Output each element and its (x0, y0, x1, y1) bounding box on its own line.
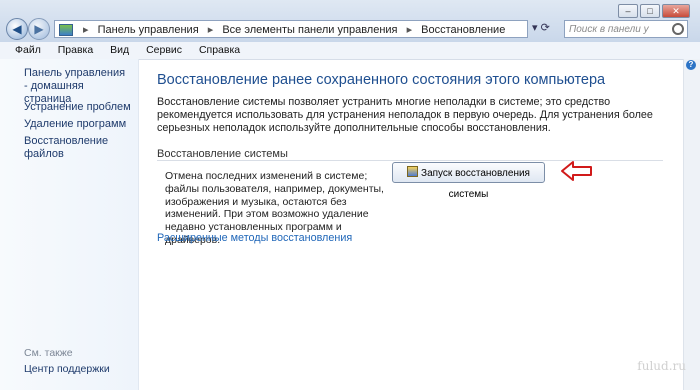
menu-edit[interactable]: Правка (58, 44, 93, 56)
system-restore-group-title: Восстановление системы (157, 148, 288, 160)
menu-view[interactable]: Вид (110, 44, 129, 56)
address-bar[interactable]: ▸ Панель управления ▸ Все элементы панел… (54, 20, 528, 38)
breadcrumb-recovery[interactable]: Восстановление (421, 24, 505, 36)
search-icon (672, 23, 684, 35)
start-system-restore-label: Запуск восстановления системы (421, 168, 530, 200)
breadcrumb-all-items[interactable]: Все элементы панели управления (222, 24, 397, 36)
sidebar-item-troubleshooting[interactable]: Устранение проблем (24, 101, 131, 114)
sidebar-item-file-recovery[interactable]: Восстановление файлов (24, 135, 138, 161)
sidebar-item-uninstall[interactable]: Удаление программ (24, 118, 126, 131)
advanced-recovery-link[interactable]: Расширенные методы восстановления (157, 232, 352, 244)
window-titlebar: – □ ✕ ◀ ▶ ▸ Панель управления ▸ Все элем… (0, 0, 700, 43)
red-arrow-icon (561, 161, 592, 181)
menu-tools[interactable]: Сервис (146, 44, 182, 56)
page-title: Восстановление ранее сохраненного состоя… (157, 72, 606, 88)
search-placeholder: Поиск в панели у (569, 24, 649, 35)
back-button[interactable]: ◀ (6, 18, 28, 40)
search-input[interactable]: Поиск в панели у (564, 20, 688, 38)
watermark: fulud.ru (637, 359, 686, 373)
help-icon[interactable]: ? (686, 60, 696, 70)
minimize-button[interactable]: – (618, 4, 638, 18)
shield-icon (407, 166, 419, 177)
breadcrumb-control-panel[interactable]: Панель управления (98, 24, 199, 36)
breadcrumb-sep: ▸ (207, 24, 214, 36)
menu-bar: Файл Правка Вид Сервис Справка (0, 42, 700, 60)
vertical-scrollbar[interactable] (683, 59, 700, 390)
maximize-button[interactable]: □ (640, 4, 660, 18)
menu-help[interactable]: Справка (199, 44, 240, 56)
menu-file[interactable]: Файл (15, 44, 41, 56)
see-also-heading: См. также (24, 347, 73, 359)
breadcrumb-sep: ▸ (83, 24, 89, 36)
forward-arrow-icon: ▶ (34, 22, 44, 36)
sidebar: Панель управления - домашняя страница Ус… (0, 59, 139, 390)
breadcrumb-sep: ▸ (406, 24, 413, 36)
start-system-restore-button[interactable]: Запуск восстановления системы (392, 162, 545, 200)
address-actions[interactable]: ▾ ⟳ (532, 21, 550, 34)
sidebar-item-support-center[interactable]: Центр поддержки (24, 363, 110, 375)
back-arrow-icon: ◀ (12, 22, 22, 36)
close-button[interactable]: ✕ (662, 4, 690, 18)
main-content: Восстановление ранее сохраненного состоя… (139, 59, 682, 390)
page-description: Восстановление системы позволяет устрани… (157, 96, 653, 134)
forward-button[interactable]: ▶ (28, 18, 50, 40)
control-panel-icon (59, 24, 73, 36)
window-controls: – □ ✕ (618, 4, 690, 18)
